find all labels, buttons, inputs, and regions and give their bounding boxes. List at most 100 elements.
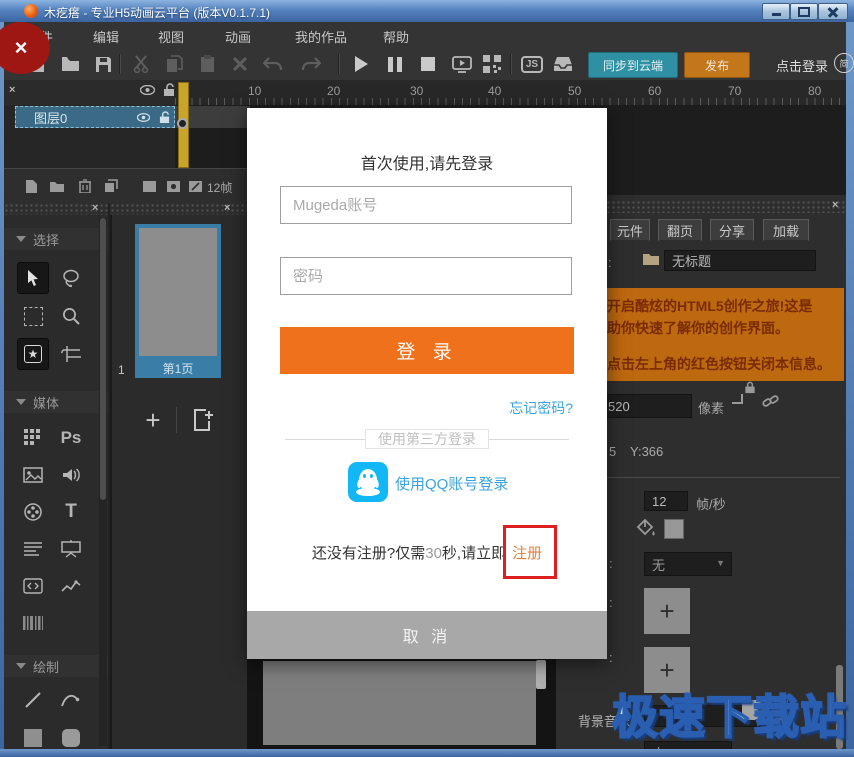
- qq-icon[interactable]: [348, 462, 388, 502]
- properties-panel-close-icon[interactable]: ×: [832, 199, 838, 211]
- menu-edit[interactable]: 编辑: [93, 27, 119, 46]
- tool-cursor[interactable]: [18, 263, 48, 293]
- add-page-button[interactable]: +: [136, 403, 170, 437]
- language-toggle-icon[interactable]: 简: [834, 53, 854, 73]
- redo-icon[interactable]: [301, 54, 321, 74]
- sync-cloud-button[interactable]: 同步到云端: [588, 52, 678, 78]
- link-dimensions-icon[interactable]: [762, 393, 779, 410]
- layer-folder-icon[interactable]: [48, 177, 66, 195]
- lock-all-icon[interactable]: [163, 83, 175, 97]
- layer-lock-icon[interactable]: [159, 111, 170, 124]
- tool-lasso[interactable]: [56, 263, 86, 293]
- tool-audio[interactable]: [56, 460, 86, 490]
- aspect-lock-icon[interactable]: [744, 381, 756, 394]
- menu-my-works[interactable]: 我的作品: [295, 27, 347, 46]
- menu-help[interactable]: 帮助: [383, 27, 409, 46]
- canvas-page[interactable]: [263, 661, 536, 745]
- tool-presentation[interactable]: [56, 534, 86, 564]
- delete-icon[interactable]: [230, 54, 250, 74]
- stage-width-input[interactable]: 520: [600, 394, 692, 418]
- tools-panel-close-icon[interactable]: ×: [92, 202, 98, 214]
- cut-icon[interactable]: [131, 54, 151, 74]
- tool-text[interactable]: T: [56, 497, 86, 527]
- tool-line[interactable]: [18, 685, 48, 715]
- publish-button[interactable]: 发布: [684, 52, 750, 78]
- tool-rectangle[interactable]: [18, 723, 48, 753]
- tool-guides[interactable]: [56, 339, 86, 369]
- fill-bucket-icon[interactable]: [636, 519, 656, 538]
- play-icon[interactable]: [351, 54, 371, 74]
- tab-components[interactable]: 元件: [610, 219, 650, 241]
- stage-color-swatch[interactable]: [664, 519, 684, 539]
- undo-icon[interactable]: [263, 54, 283, 74]
- pause-icon[interactable]: [385, 54, 405, 74]
- insert-keyframe-icon[interactable]: [164, 177, 182, 195]
- layer-visibility-icon[interactable]: [137, 113, 150, 122]
- tool-paragraph[interactable]: [18, 534, 48, 564]
- preview-icon[interactable]: [452, 54, 472, 74]
- import-page-button[interactable]: [186, 403, 220, 437]
- export-inbox-icon[interactable]: [553, 54, 573, 74]
- keyframe-dot[interactable]: [177, 118, 188, 129]
- tool-video[interactable]: [18, 497, 48, 527]
- tool-chart[interactable]: [56, 571, 86, 601]
- canvas-area[interactable]: [247, 659, 556, 749]
- tool-symbol[interactable]: ★: [18, 339, 48, 369]
- work-folder-icon: [642, 252, 660, 266]
- qrcode-icon[interactable]: [482, 54, 502, 74]
- login-button[interactable]: 登 录: [280, 327, 574, 374]
- tab-loading[interactable]: 加载: [763, 219, 809, 241]
- page-thumbnail[interactable]: 第1页: [135, 224, 221, 378]
- open-folder-icon[interactable]: [60, 54, 80, 74]
- add-layer-icon[interactable]: [22, 177, 40, 195]
- clear-keyframe-icon[interactable]: [186, 177, 204, 195]
- close-button[interactable]: [818, 3, 848, 20]
- tab-page-flip[interactable]: 翻页: [658, 219, 702, 241]
- visibility-all-icon[interactable]: [140, 85, 155, 95]
- tool-photoshop[interactable]: Ps: [56, 423, 86, 453]
- duplicate-layer-icon[interactable]: [102, 177, 120, 195]
- tool-library-grid-icon[interactable]: [18, 423, 48, 453]
- notice-line: 助你快速了解你的创作界面。: [607, 318, 789, 338]
- work-title-input[interactable]: 无标题: [664, 250, 816, 271]
- tool-barcode[interactable]: [18, 608, 48, 638]
- tool-transform[interactable]: [18, 301, 48, 331]
- account-input[interactable]: [280, 186, 572, 224]
- menu-view[interactable]: 视图: [158, 27, 184, 46]
- insert-frame-icon[interactable]: [140, 177, 158, 195]
- tool-zoom[interactable]: [56, 301, 86, 331]
- paste-icon[interactable]: [197, 54, 217, 74]
- delete-layer-icon[interactable]: [76, 177, 94, 195]
- cancel-button[interactable]: 取 消: [247, 611, 607, 659]
- js-code-icon[interactable]: JS: [519, 54, 545, 74]
- pages-panel-close-icon[interactable]: ×: [224, 202, 230, 214]
- stop-icon[interactable]: [418, 54, 438, 74]
- layers-header: ×: [4, 80, 175, 105]
- forgot-password-link[interactable]: 忘记密码?: [509, 398, 573, 418]
- tool-code[interactable]: [18, 571, 48, 601]
- section-draw[interactable]: 绘制: [4, 655, 108, 677]
- tools-scrollbar[interactable]: [99, 218, 107, 746]
- tool-rounded-rectangle[interactable]: [56, 723, 86, 753]
- section-media[interactable]: 媒体: [4, 391, 108, 413]
- minimize-button[interactable]: [762, 3, 790, 20]
- tools-scrollbar-thumb[interactable]: [100, 218, 106, 500]
- password-input[interactable]: [280, 257, 572, 295]
- timeline-close-icon[interactable]: ×: [9, 84, 15, 96]
- fps-input[interactable]: 12: [644, 491, 688, 511]
- qq-login-link[interactable]: 使用QQ账号登录: [395, 473, 508, 494]
- timeline-ruler[interactable]: 10 20 30 40 50 60 70 80: [175, 80, 846, 106]
- tool-curve[interactable]: [56, 685, 86, 715]
- copy-icon[interactable]: [164, 54, 184, 74]
- add-cover-button[interactable]: +: [644, 588, 690, 634]
- maximize-button[interactable]: [790, 3, 818, 20]
- tab-share[interactable]: 分享: [710, 219, 754, 241]
- save-icon[interactable]: [93, 54, 113, 74]
- toolbar-login-link[interactable]: 点击登录: [776, 56, 828, 75]
- section-select[interactable]: 选择: [4, 228, 108, 250]
- tool-image[interactable]: [18, 460, 48, 490]
- effect-dropdown[interactable]: 无 ▼: [644, 552, 732, 576]
- layer-row[interactable]: 图层0: [15, 106, 175, 128]
- menu-animation[interactable]: 动画: [225, 27, 251, 46]
- canvas-scrollbar-thumb[interactable]: [536, 660, 546, 689]
